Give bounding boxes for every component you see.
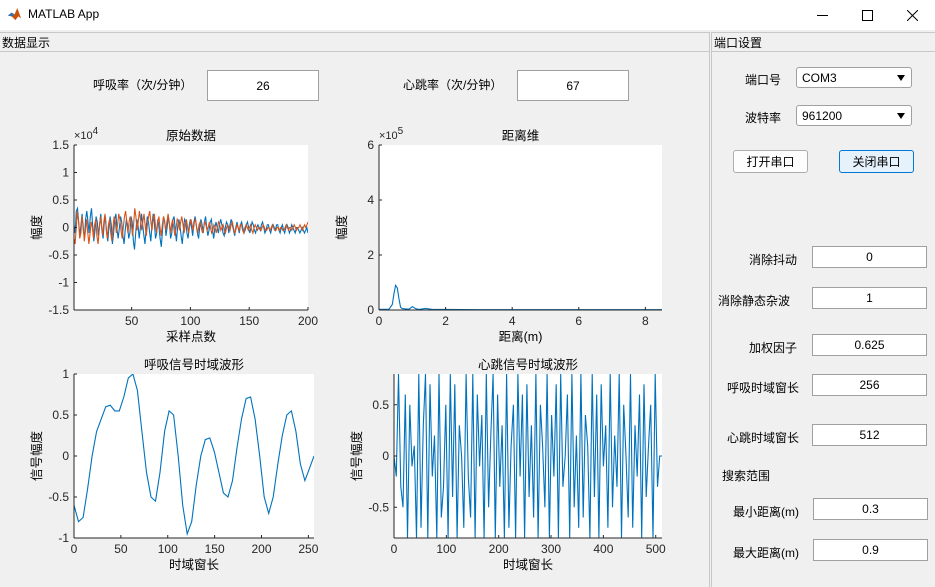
param-field-debounce[interactable]: 0 [812,246,927,268]
port-label: 端口号 [745,73,782,87]
param-field-weight[interactable]: 0.625 [812,334,927,356]
chevron-down-icon [897,75,905,81]
param-label-weight: 加权因子 [749,341,798,355]
max-distance-field[interactable]: 0.9 [813,539,928,561]
baud-select[interactable]: 961200 [796,105,912,126]
param-label-breath-window: 呼吸时域窗长 [727,381,800,395]
param-label-heart-window: 心跳时域窗长 [727,431,800,445]
heart-rate-field[interactable]: 67 [517,70,629,101]
close-icon [906,9,918,21]
param-label-debounce: 消除抖动 [749,253,798,267]
maximize-icon [861,9,873,21]
baud-label: 波特率 [745,111,782,125]
data-panel-title: 数据显示 [2,36,51,50]
minimize-icon [816,14,828,16]
port-select[interactable]: COM3 [796,67,912,88]
param-field-heart-window[interactable]: 512 [812,424,927,446]
open-port-button[interactable]: 打开串口 [733,150,808,173]
breath-rate-label: 呼吸率（次/分钟） [93,78,193,92]
breath-rate-field[interactable]: 26 [207,70,319,101]
window-title: MATLAB App [28,7,100,21]
baud-select-value: 961200 [802,108,843,123]
panel-divider [712,51,935,52]
max-distance-label: 最大距离(m) [733,546,799,560]
maximize-button[interactable] [844,0,890,30]
chevron-down-icon [897,113,905,119]
close-port-button[interactable]: 关闭串口 [839,150,914,173]
min-distance-field[interactable]: 0.3 [813,498,928,520]
minimize-button[interactable] [799,0,845,30]
data-display-panel: 数据显示 [0,32,710,587]
param-label-static-clutter: 消除静态杂波 [718,294,791,308]
matlab-app-icon [7,7,22,21]
param-field-breath-window[interactable]: 256 [812,374,927,396]
title-bar: MATLAB App [0,0,935,30]
serial-panel-title: 端口设置 [714,36,763,50]
search-range-label: 搜索范围 [722,469,771,483]
close-button[interactable] [889,0,935,30]
port-select-value: COM3 [802,70,837,85]
min-distance-label: 最小距离(m) [733,505,799,519]
heart-rate-label: 心跳率（次/分钟） [403,78,503,92]
param-field-static-clutter[interactable]: 1 [812,287,927,309]
panel-divider [0,51,709,52]
